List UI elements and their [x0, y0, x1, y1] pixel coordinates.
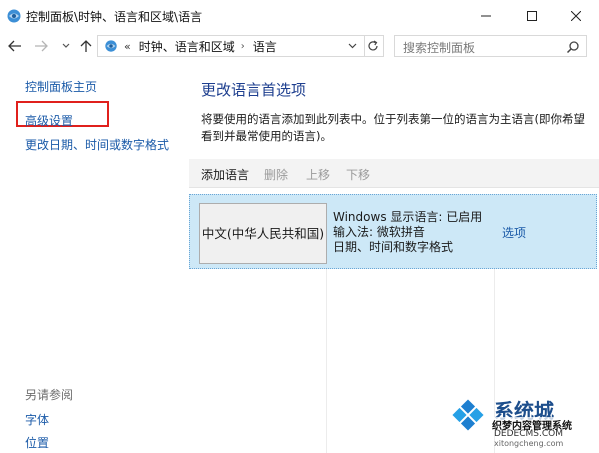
forward-button[interactable]: [32, 37, 50, 55]
change-date-time-format-link[interactable]: 更改日期、时间或数字格式: [25, 136, 169, 153]
control-panel-icon: [104, 39, 118, 53]
move-down-button[interactable]: 下移: [346, 166, 370, 183]
breadcrumb-overflow[interactable]: «: [124, 40, 131, 53]
language-details: Windows 显示语言: 已启用 输入法: 微软拼音 日期、时间和数字格式: [333, 210, 482, 255]
see-also-heading: 另请参阅: [25, 388, 74, 402]
breadcrumb-language[interactable]: 语言: [253, 38, 277, 55]
watermark-url: xitongcheng.com: [494, 439, 564, 448]
breadcrumb-clock-language-region[interactable]: 时钟、语言和区域: [139, 38, 235, 55]
language-options-link[interactable]: 选项: [502, 224, 526, 241]
page-title: 更改语言首选项: [201, 81, 307, 99]
chevron-down-icon[interactable]: [346, 39, 358, 53]
breadcrumb-separator[interactable]: ›: [241, 41, 245, 52]
display-language-status: Windows 显示语言: 已启用: [333, 210, 483, 224]
windows-logo-icon: [448, 395, 488, 435]
window-title: 控制面板\时钟、语言和区域\语言: [26, 10, 203, 24]
maximize-button[interactable]: [509, 0, 555, 31]
search-icon[interactable]: [566, 39, 580, 54]
advanced-settings-link[interactable]: 高级设置: [25, 112, 73, 129]
page-description: 将要使用的语言添加到此列表中。位于列表第一位的语言为主语言(即你希望看到并最常使…: [201, 112, 585, 143]
up-button[interactable]: [77, 37, 95, 55]
language-name: 中文(中华人民共和国): [201, 226, 325, 241]
control-panel-window: 控制面板\时钟、语言和区域\语言 « 时钟、语言和区域 › 语言 搜索控制面板 …: [0, 0, 599, 453]
refresh-button[interactable]: [363, 35, 384, 57]
left-navigation-pane: 控制面板主页 高级设置 更改日期、时间或数字格式 另请参阅 字体 位置: [0, 61, 185, 453]
close-button[interactable]: [553, 0, 599, 31]
language-toolbar: 添加语言 删除 上移 下移: [189, 159, 599, 188]
location-link[interactable]: 位置: [25, 434, 49, 451]
minimize-button[interactable]: [463, 0, 509, 31]
navigation-bar: « 时钟、语言和区域 › 语言 搜索控制面板: [0, 31, 599, 61]
column-divider: [326, 269, 327, 453]
search-placeholder: 搜索控制面板: [403, 41, 476, 55]
remove-language-button[interactable]: 删除: [264, 166, 288, 183]
add-language-button[interactable]: 添加语言: [201, 166, 249, 183]
title-bar: 控制面板\时钟、语言和区域\语言: [0, 0, 599, 31]
control-panel-icon: [6, 8, 22, 24]
input-method: 输入法: 微软拼音: [333, 225, 425, 239]
language-list-item[interactable]: 中文(中华人民共和国) Windows 显示语言: 已启用 输入法: 微软拼音 …: [189, 194, 597, 269]
recent-locations-button[interactable]: [57, 37, 75, 55]
control-panel-home-link[interactable]: 控制面板主页: [25, 78, 97, 95]
language-name-button[interactable]: 中文(中华人民共和国): [199, 203, 327, 264]
watermark-url: DEDECMS.COM: [494, 429, 563, 439]
move-up-button[interactable]: 上移: [306, 166, 330, 183]
fonts-link[interactable]: 字体: [25, 411, 49, 428]
back-button[interactable]: [6, 37, 24, 55]
search-input[interactable]: 搜索控制面板: [394, 35, 587, 57]
date-time-number-format: 日期、时间和数字格式: [333, 240, 454, 254]
address-bar[interactable]: « 时钟、语言和区域 › 语言: [97, 35, 365, 57]
watermark: 系统城 织梦内容管理系统 DEDECMS.COM xitongcheng.com: [448, 393, 599, 453]
